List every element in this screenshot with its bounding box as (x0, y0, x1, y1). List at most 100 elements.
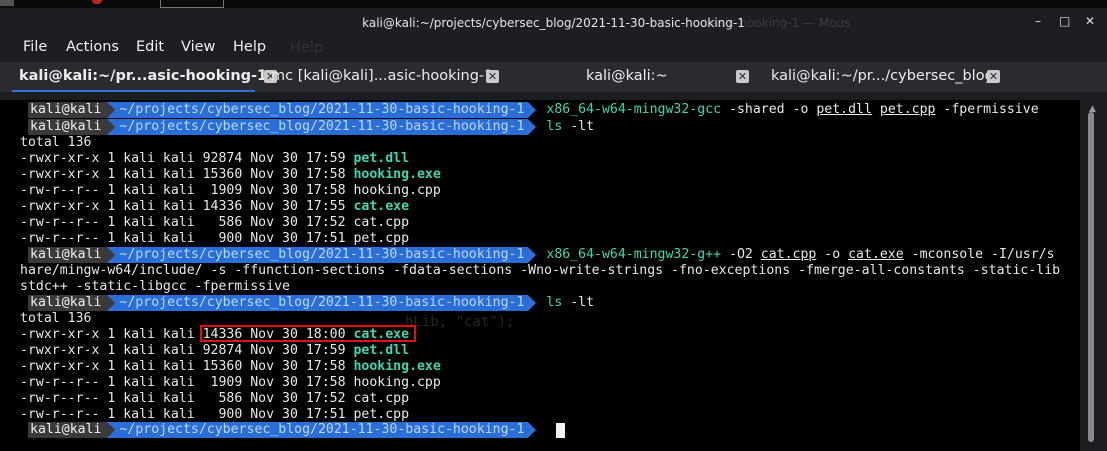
close-icon[interactable]: ✕ (1085, 14, 1095, 28)
tab-label: kali@kali:~/pr...asic-hooking-1 (19, 68, 268, 84)
desktop-icon (160, 0, 224, 8)
tab-label: mc [kali@kali]...asic-hooking-1 (271, 68, 494, 84)
output-line: -rwxr-xr-x 1 kali kali 14336 Nov 30 17:5… (20, 199, 409, 215)
output-line: -rwxr-xr-x 1 kali kali 92874 Nov 30 17:5… (20, 151, 409, 167)
menu-view[interactable]: View (181, 39, 215, 55)
desktop-icon (92, 0, 102, 4)
command-args: -fpermissive (935, 102, 1039, 117)
output-line: -rwxr-xr-x 1 kali kali 15360 Nov 30 17:5… (20, 167, 441, 183)
prompt-line: kali@kali ~/projects/cybersec_blog/2021-… (28, 102, 1039, 118)
file-name: hooking.cpp (353, 375, 441, 390)
output-line: total 136 (20, 311, 92, 326)
tab-close-icon[interactable]: ✕ (987, 70, 1000, 83)
file-meta: -rwxr-xr-x 1 kali kali 15360 Nov 30 17:5… (20, 359, 354, 374)
file-name: pet.dll (353, 343, 410, 358)
prompt-arrow (107, 247, 116, 263)
prompt-path: ~/projects/cybersec_blog/2021-11-30-basi… (115, 119, 529, 135)
output-line: -rw-r--r-- 1 kali kali 586 Nov 30 17:52 … (20, 391, 409, 407)
window-title: kali@kali:~/projects/cybersec_blog/2021-… (362, 16, 745, 30)
scrollbar-thumb[interactable] (1088, 112, 1094, 442)
file-name: cat.cpp (353, 215, 410, 230)
command-text: x86_64-w64-mingw32-g++ -O2 cat.cpp -o ca… (546, 247, 1054, 263)
tab-close-icon[interactable]: ✕ (486, 70, 499, 83)
file-name: hooking.cpp (353, 183, 441, 198)
file-meta: -rw-r--r-- 1 kali kali 1909 Nov 30 17:58 (20, 183, 354, 198)
output-line: -rw-r--r-- 1 kali kali 586 Nov 30 17:52 … (20, 215, 409, 231)
command-args: -O2 (721, 247, 761, 262)
command-name: x86_64-w64-mingw32-g++ (546, 247, 722, 262)
command-name: ls (546, 295, 563, 310)
prompt-user: kali@kali (28, 422, 108, 438)
prompt-arrow (528, 295, 537, 311)
prompt-user: kali@kali (28, 295, 108, 311)
maximize-icon[interactable]: □ (1059, 14, 1070, 28)
tab-separator (0, 92, 1107, 100)
command-name: ls (546, 119, 563, 134)
vertical-scrollbar[interactable]: ▲ (1080, 100, 1107, 451)
prompt-arrow (528, 102, 537, 118)
file-meta: -rwxr-xr-x 1 kali kali 92874 Nov 30 17:5… (20, 151, 354, 166)
highlight-box (200, 325, 416, 342)
terminal-output[interactable]: (" hLib, "cat"); kali@kali ~/projects/cy… (0, 100, 1080, 451)
file-meta: -rw-r--r-- 1 kali kali 586 Nov 30 17:52 (20, 215, 354, 230)
prompt-user: kali@kali (28, 247, 108, 263)
command-arg-file: pet.dll (816, 102, 872, 117)
prompt-path: ~/projects/cybersec_blog/2021-11-30-basi… (115, 247, 529, 263)
file-meta: -rwxr-xr-x 1 kali kali 92874 Nov 30 17:5… (20, 343, 354, 358)
menu-file[interactable]: File (23, 39, 47, 55)
file-meta: -rw-r--r-- 1 kali kali 586 Nov 30 17:52 (20, 391, 354, 406)
tab-terminal-4[interactable]: kali@kali:~/pr.../cybersec_blog (771, 62, 994, 92)
prompt-arrow (528, 422, 537, 438)
prompt-arrow (107, 119, 116, 135)
text-cursor (556, 423, 565, 438)
command-wrap-line: hare/mingw-w64/include/ -s -ffunction-se… (20, 263, 1061, 278)
output-line: -rwxr-xr-x 1 kali kali 15360 Nov 30 17:5… (20, 359, 441, 375)
prompt-arrow (528, 119, 537, 135)
prompt-line: kali@kali ~/projects/cybersec_blog/2021-… (28, 422, 537, 438)
output-line: -rw-r--r-- 1 kali kali 900 Nov 30 17:51 … (20, 407, 409, 423)
menu-edit[interactable]: Edit (136, 39, 164, 55)
tab-terminal-1[interactable]: kali@kali:~/pr...asic-hooking-1 (0, 62, 268, 92)
minimize-icon[interactable]: – (1033, 14, 1043, 28)
tab-terminal-3[interactable]: kali@kali:~ (586, 62, 736, 92)
prompt-arrow (107, 422, 116, 438)
command-arg-file: cat.exe (848, 247, 904, 262)
menu-help[interactable]: Help (233, 39, 266, 55)
desktop-icon (0, 0, 14, 6)
command-args: -lt (562, 119, 595, 134)
command-args: -o (816, 247, 849, 262)
tab-close-icon[interactable]: ✕ (736, 70, 749, 83)
tab-terminal-2[interactable]: mc [kali@kali]...asic-hooking-1 (270, 62, 494, 92)
command-args: -mconsole -I/usr/s (903, 247, 1055, 262)
background-menu-ghost: Help (290, 40, 324, 56)
command-args: -lt (562, 295, 595, 310)
background-ghost-code: hLib, "cat"); (405, 314, 515, 330)
output-line: total 136 (20, 135, 92, 150)
file-name: pet.cpp (353, 407, 410, 422)
prompt-path: ~/projects/cybersec_blog/2021-11-30-basi… (115, 102, 529, 118)
command-args (872, 102, 880, 117)
prompt-path: ~/projects/cybersec_blog/2021-11-30-basi… (115, 295, 529, 311)
tab-label: kali@kali:~/pr.../cybersec_blog (771, 68, 994, 84)
output-line: -rw-r--r-- 1 kali kali 900 Nov 30 17:51 … (20, 231, 409, 247)
file-name: hooking.exe (353, 167, 441, 182)
command-text: x86_64-w64-mingw32-gcc -shared -o pet.dl… (546, 102, 1038, 118)
prompt-arrow (528, 247, 537, 263)
output-line: -rw-r--r-- 1 kali kali 1909 Nov 30 17:58… (20, 183, 441, 199)
top-desktop-strip (0, 0, 1107, 8)
command-arg-file: pet.cpp (879, 102, 936, 117)
menu-actions[interactable]: Actions (66, 39, 119, 55)
output-line: -rw-r--r-- 1 kali kali 1909 Nov 30 17:58… (20, 375, 441, 391)
command-text: ls -lt (546, 295, 594, 311)
prompt-user: kali@kali (28, 102, 108, 118)
file-name: cat.exe (353, 199, 410, 214)
file-meta: -rwxr-xr-x 1 kali kali 15360 Nov 30 17:5… (20, 167, 354, 182)
menu-bar: Help File Actions Edit View Help (0, 35, 1107, 62)
file-meta: -rw-r--r-- 1 kali kali 900 Nov 30 17:51 (20, 407, 354, 422)
prompt-arrow (107, 102, 116, 118)
prompt-user: kali@kali (28, 119, 108, 135)
command-arg-file: cat.cpp (760, 247, 817, 262)
prompt-line: kali@kali ~/projects/cybersec_blog/2021-… (28, 295, 594, 311)
file-meta: -rwxr-xr-x 1 kali kali 14336 Nov 30 17:5… (20, 199, 354, 214)
window-titlebar: basic-hooking-1 — Mous kali@kali:~/proje… (0, 8, 1107, 35)
